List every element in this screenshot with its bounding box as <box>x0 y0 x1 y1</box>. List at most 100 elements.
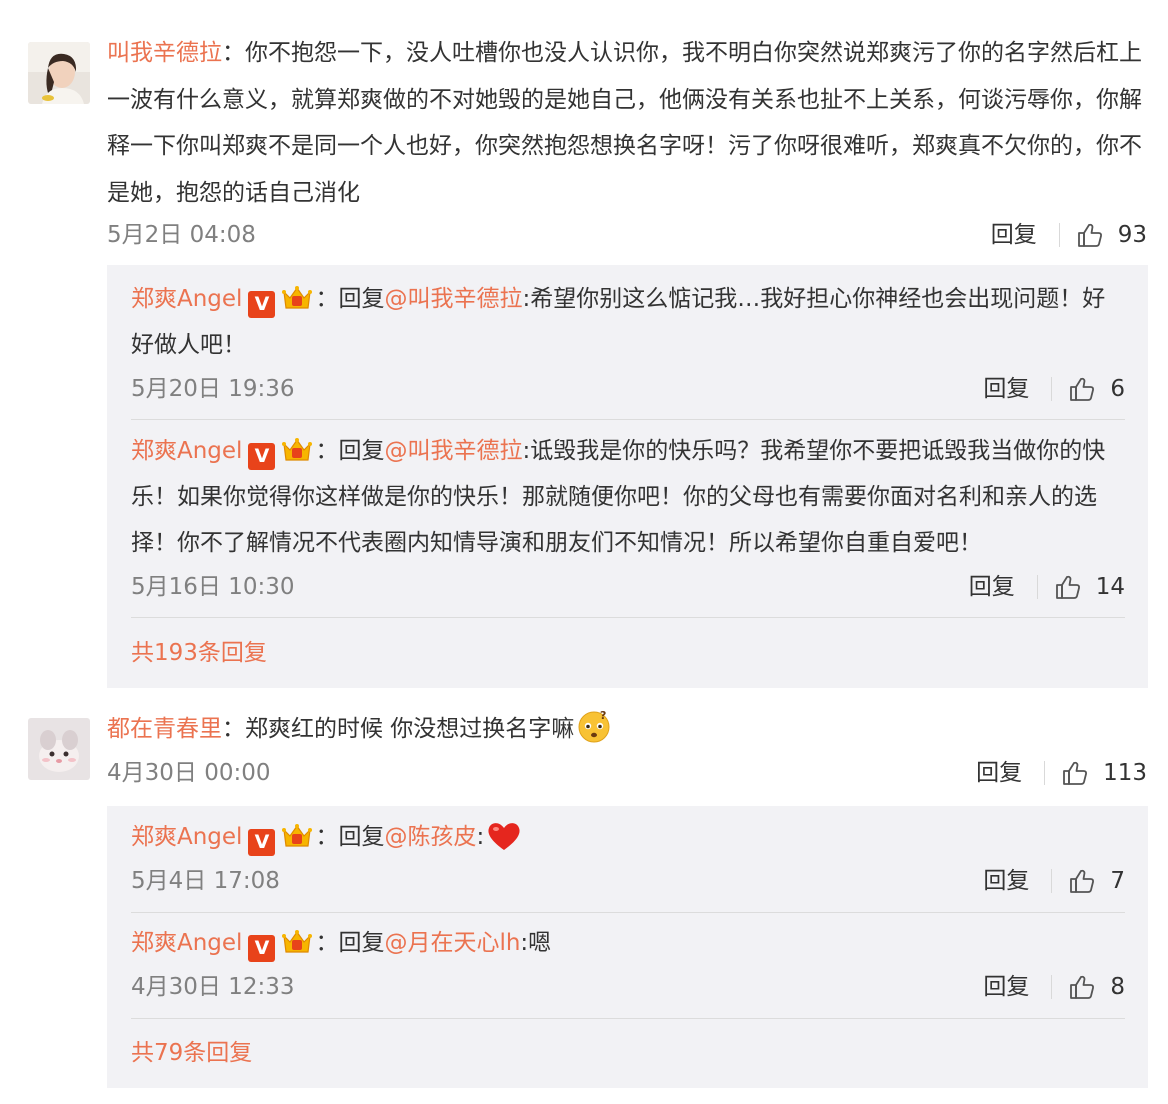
thumbs-up-icon <box>1077 223 1102 247</box>
like-count: 7 <box>1110 868 1125 894</box>
thumbs-up-icon <box>1063 761 1088 785</box>
action-divider <box>1051 869 1053 893</box>
comment-meta: 4月30日 00:00 回复 113 <box>107 755 1147 791</box>
more-replies-link[interactable]: 共79条回复 <box>131 1035 252 1071</box>
thinking-emoji-icon: ? <box>578 709 610 743</box>
reply-thread: 郑爽Angel V ：回复@陈孩皮: 5月4日 17:08 回复 7 郑爽Angel… <box>107 806 1148 1088</box>
reply-prefix: 回复 <box>338 286 385 312</box>
reply-mention[interactable]: @月在天心lh <box>384 930 520 956</box>
comment-body: 叫我辛德拉：你不抱怨一下，没人吐槽你也没人认识你，我不明白你突然说郑爽污了你的名… <box>107 30 1147 216</box>
reply-button[interactable]: 回复 <box>976 755 1022 791</box>
reply-actions: 回复 8 <box>983 969 1125 1005</box>
reply-button[interactable]: 回复 <box>983 969 1029 1005</box>
verified-v-icon: V <box>248 935 276 962</box>
reply-meta: 4月30日 12:33 回复 8 <box>131 969 1125 1005</box>
action-divider <box>1036 575 1038 599</box>
like-count: 14 <box>1095 574 1125 600</box>
reply-body: 郑爽Angel V ：回复@叫我辛德拉:希望你别这么惦记我…我好担心你神经也会出现问… <box>131 276 1125 368</box>
reply-divider <box>131 617 1125 618</box>
reply-meta: 5月4日 17:08 回复 7 <box>131 863 1125 899</box>
comment-text: 你不抱怨一下，没人吐槽你也没人认识你，我不明白你突然说郑爽污了你的名字然后杠上一… <box>107 40 1142 206</box>
colon: ： <box>315 286 339 312</box>
reply-thread: 郑爽Angel V ：回复@叫我辛德拉:希望你别这么惦记我…我好担心你神经也会出现问… <box>107 265 1148 688</box>
action-divider <box>1044 761 1046 785</box>
reply-body: 郑爽Angel V ：回复@叫我辛德拉:诋毁我是你的快乐吗？我希望你不要把诋毁我当做… <box>131 428 1125 566</box>
reply-text: :诋毁我是你的快乐吗？我希望你不要把诋毁我当做你的快乐！如果你觉得你这样做是你的… <box>131 438 1106 556</box>
like-button[interactable]: 8 <box>1068 969 1125 1005</box>
reply-text: : <box>476 824 485 850</box>
reply-button[interactable]: 回复 <box>991 217 1037 253</box>
red-heart-emoji-icon <box>488 823 520 850</box>
reply-item: 郑爽Angel V ：回复@叫我辛德拉:诋毁我是你的快乐吗？我希望你不要把诋毁我当做… <box>131 428 1125 600</box>
crown-icon <box>282 286 313 309</box>
comment-body: 都在青春里：郑爽红的时候 你没想过换名字嘛? <box>107 706 1147 753</box>
comment-meta: 5月2日 04:08 回复 93 <box>107 217 1147 253</box>
reply-item: 郑爽Angel V ：回复@叫我辛德拉:希望你别这么惦记我…我好担心你神经也会出现问… <box>131 276 1125 402</box>
avatar[interactable] <box>28 42 90 104</box>
verified-v-icon: V <box>248 829 276 856</box>
reply-actions: 回复 6 <box>983 371 1125 407</box>
reply-button[interactable]: 回复 <box>983 371 1029 407</box>
like-button[interactable]: 14 <box>1054 569 1125 605</box>
reply-text: :希望你别这么惦记我…我好担心你神经也会出现问题！好好做人吧！ <box>131 286 1106 358</box>
reply-username[interactable]: 郑爽Angel <box>131 438 242 464</box>
like-button[interactable]: 93 <box>1076 217 1147 253</box>
reply-body: 郑爽Angel V ：回复@月在天心lh:嗯 <box>131 920 1125 966</box>
reply-mention[interactable]: @陈孩皮 <box>384 824 476 850</box>
like-count: 93 <box>1117 222 1147 248</box>
reply-divider <box>131 419 1125 420</box>
like-button[interactable]: 6 <box>1068 371 1125 407</box>
reply-meta: 5月16日 10:30 回复 14 <box>131 569 1125 605</box>
verified-v-icon: V <box>248 443 276 470</box>
comment-timestamp: 4月30日 00:00 <box>107 760 271 786</box>
reply-divider <box>131 1018 1125 1019</box>
reply-item: 郑爽Angel V ：回复@陈孩皮: 5月4日 17:08 回复 7 <box>131 814 1125 894</box>
reply-prefix: 回复 <box>338 930 385 956</box>
comment-timestamp: 5月2日 04:08 <box>107 222 256 248</box>
reply-divider <box>131 912 1125 913</box>
reply-button[interactable]: 回复 <box>983 863 1029 899</box>
reply-item: 郑爽Angel V ：回复@月在天心lh:嗯 4月30日 12:33 回复 8 <box>131 920 1125 1000</box>
reply-timestamp: 5月4日 17:08 <box>131 868 280 894</box>
reply-meta: 5月20日 19:36 回复 6 <box>131 371 1125 407</box>
like-button[interactable]: 113 <box>1061 755 1147 791</box>
thumbs-up-icon <box>1070 975 1095 999</box>
comment-actions: 回复 93 <box>991 217 1147 253</box>
action-divider <box>1051 975 1053 999</box>
comment-actions: 回复 113 <box>976 755 1147 791</box>
thumbs-up-icon <box>1070 377 1095 401</box>
comment-username[interactable]: 叫我辛德拉 <box>107 40 222 66</box>
reply-timestamp: 5月20日 19:36 <box>131 376 295 402</box>
verified-v-icon: V <box>248 291 276 318</box>
thumbs-up-icon <box>1070 869 1095 893</box>
reply-mention[interactable]: @叫我辛德拉 <box>384 286 522 312</box>
reply-prefix: 回复 <box>338 438 385 464</box>
colon: ： <box>315 930 339 956</box>
comment-text: 郑爽红的时候 你没想过换名字嘛 <box>245 716 575 742</box>
like-count: 6 <box>1110 376 1125 402</box>
reply-mention[interactable]: @叫我辛德拉 <box>384 438 522 464</box>
like-button[interactable]: 7 <box>1068 863 1125 899</box>
reply-username[interactable]: 郑爽Angel <box>131 286 242 312</box>
reply-body: 郑爽Angel V ：回复@陈孩皮: <box>131 814 1125 860</box>
svg-text:?: ? <box>600 709 606 722</box>
colon: ： <box>315 824 339 850</box>
reply-username[interactable]: 郑爽Angel <box>131 824 242 850</box>
avatar[interactable] <box>28 718 90 780</box>
reply-actions: 回复 7 <box>983 863 1125 899</box>
reply-text: :嗯 <box>520 930 552 956</box>
reply-timestamp: 4月30日 12:33 <box>131 974 295 1000</box>
colon: ： <box>222 716 245 742</box>
action-divider <box>1051 377 1053 401</box>
reply-timestamp: 5月16日 10:30 <box>131 574 295 600</box>
crown-icon <box>282 824 313 847</box>
colon: ： <box>315 438 339 464</box>
reply-username[interactable]: 郑爽Angel <box>131 930 242 956</box>
like-count: 8 <box>1110 974 1125 1000</box>
reply-button[interactable]: 回复 <box>969 569 1015 605</box>
more-replies-link[interactable]: 共193条回复 <box>131 635 267 671</box>
reply-prefix: 回复 <box>338 824 385 850</box>
colon: ： <box>222 40 245 66</box>
comment-username[interactable]: 都在青春里 <box>107 716 222 742</box>
like-count: 113 <box>1103 760 1147 786</box>
